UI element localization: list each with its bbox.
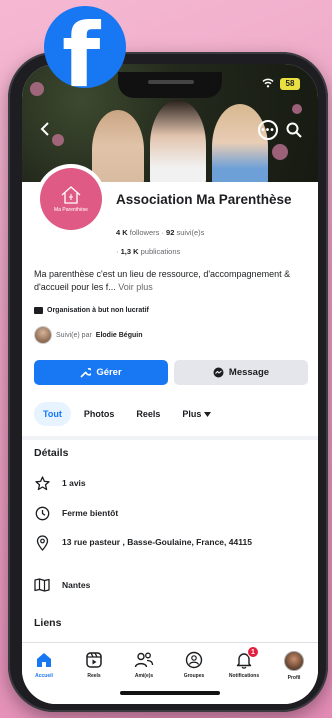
follower-avatar — [34, 326, 52, 344]
links-heading: Liens — [34, 617, 62, 629]
groups-icon — [185, 651, 203, 669]
city-text: Nantes — [62, 580, 91, 590]
following-label[interactable]: suivi(e)s — [176, 228, 204, 237]
detail-hours[interactable]: Ferme bientôt — [34, 505, 118, 521]
friends-icon — [134, 652, 154, 668]
category-icon — [34, 307, 43, 314]
reviews-text: 1 avis — [62, 478, 86, 488]
profile-picture[interactable]: Ma Parenthèse — [36, 164, 106, 234]
back-button[interactable] — [36, 120, 54, 138]
tab-all[interactable]: Tout — [34, 402, 71, 426]
reels-icon — [86, 652, 102, 668]
publication-stats: · 1,3 K publications — [116, 247, 181, 256]
nav-reels[interactable]: Reels — [72, 651, 116, 679]
facebook-f-letter: f — [62, 6, 101, 89]
manage-button[interactable]: Gérer — [34, 360, 168, 385]
search-button[interactable] — [284, 120, 304, 140]
notification-badge: 1 — [247, 646, 259, 658]
battery-indicator: 58 — [280, 78, 300, 90]
search-icon — [286, 122, 302, 138]
bio-text: Ma parenthèse c'est un lieu de ressource… — [34, 269, 291, 292]
page-category: Organisation à but non lucratif — [34, 307, 149, 314]
following-count[interactable]: 92 — [166, 228, 174, 237]
detail-address[interactable]: 13 rue pasteur , Basse-Goulaine, France,… — [34, 535, 294, 551]
see-more-link[interactable]: Voir plus — [118, 282, 153, 292]
hours-text: Ferme bientôt — [62, 508, 119, 518]
nav-notifications[interactable]: 1 Notifications — [222, 646, 266, 679]
star-icon — [34, 475, 50, 491]
logo-text: Ma Parenthèse — [54, 207, 88, 213]
page-logo: Ma Parenthèse — [40, 168, 102, 230]
tab-photos[interactable]: Photos — [75, 402, 124, 426]
message-button[interactable]: Message — [174, 360, 308, 385]
address-text: 13 rue pasteur , Basse-Goulaine, France,… — [62, 537, 252, 547]
followers-count[interactable]: 4 K — [116, 228, 128, 237]
followed-by-name: Elodie Béguin — [95, 331, 143, 339]
wifi-icon — [262, 78, 274, 91]
category-label: Organisation à but non lucratif — [47, 307, 149, 314]
publications-label: publications — [140, 247, 181, 256]
message-label: Message — [228, 367, 270, 378]
bottom-nav: Accueil Reels Ami(e)s Groupes 1 Notifica… — [22, 642, 318, 704]
detail-city[interactable]: Nantes — [34, 577, 90, 593]
more-options-button[interactable]: ••• — [258, 120, 278, 140]
clock-icon — [34, 505, 50, 521]
notch — [118, 72, 222, 98]
chevron-down-icon — [204, 411, 212, 417]
follow-stats: 4 K followers · 92 suivi(e)s — [116, 228, 205, 237]
notch-speaker — [148, 80, 194, 84]
tab-more[interactable]: Plus — [173, 402, 220, 426]
profile-avatar — [284, 651, 304, 671]
messenger-icon — [213, 367, 224, 378]
followed-by-prefix: Suivi(e) par — [56, 331, 92, 339]
home-indicator — [120, 691, 220, 695]
location-pin-icon — [34, 535, 50, 551]
detail-reviews[interactable]: 1 avis — [34, 475, 86, 491]
nav-profile[interactable]: Profil — [272, 651, 316, 681]
chevron-left-icon — [40, 122, 49, 136]
followers-label[interactable]: followers — [130, 228, 160, 237]
followed-by[interactable]: Suivi(e) par Elodie Béguin — [34, 326, 142, 344]
wrench-icon — [80, 368, 92, 378]
house-logo-icon — [61, 186, 81, 204]
section-divider — [22, 436, 318, 440]
content-tabs: Tout Photos Reels Plus — [34, 402, 220, 426]
nav-groups[interactable]: Groupes — [172, 651, 216, 679]
page-title: Association Ma Parenthèse — [116, 192, 292, 207]
manage-label: Gérer — [96, 367, 122, 378]
ellipsis-icon: ••• — [261, 124, 275, 136]
nav-friends[interactable]: Ami(e)s — [122, 651, 166, 679]
details-heading: Détails — [34, 447, 69, 459]
tab-reels[interactable]: Reels — [127, 402, 169, 426]
home-icon — [37, 653, 51, 667]
app-screen: 58 ••• Ma Parenthèse Association Ma Pare… — [22, 64, 318, 704]
nav-home[interactable]: Accueil — [22, 651, 66, 679]
publications-count: 1,3 K — [120, 247, 139, 256]
map-icon — [34, 577, 50, 593]
page-bio: Ma parenthèse c'est un lieu de ressource… — [34, 268, 310, 294]
facebook-logo: f — [44, 6, 126, 88]
